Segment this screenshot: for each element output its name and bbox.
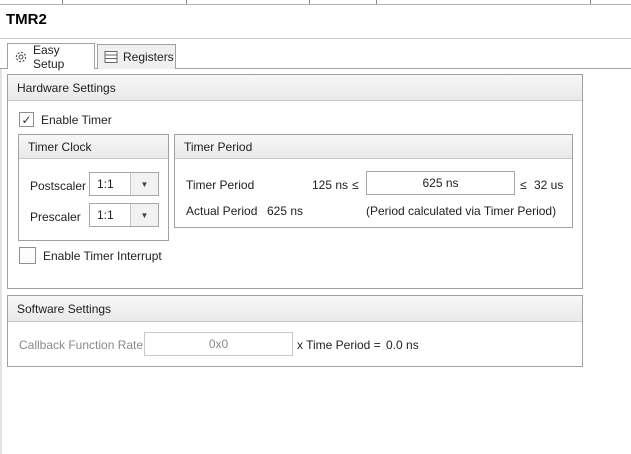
title-divider	[0, 38, 631, 39]
timer-clock-group: Timer Clock Postscaler 1:1 ▼ Prescaler 1…	[18, 134, 169, 241]
timer-period-input[interactable]: 625 ns	[366, 171, 515, 195]
actual-period-value: 625 ns	[267, 204, 304, 218]
group-title: Hardware Settings	[17, 80, 116, 95]
prescaler-select[interactable]: 1:1 ▼	[89, 203, 159, 227]
group-title: Software Settings	[17, 301, 112, 316]
callback-rate-label: Callback Function Rate	[19, 338, 144, 352]
callback-rate-input[interactable]: 0x0	[144, 332, 293, 356]
toolbar-divider	[62, 0, 63, 4]
enable-timer-label: Enable Timer	[41, 112, 112, 127]
toolbar-divider	[186, 0, 187, 4]
postscaler-value: 1:1	[97, 177, 114, 191]
chevron-down-icon[interactable]: ▼	[130, 173, 158, 195]
less-equal-symbol: ≤	[520, 178, 527, 192]
prescaler-value: 1:1	[97, 208, 114, 222]
postscaler-label: Postscaler	[30, 179, 87, 193]
period-max-value: 32 us	[534, 178, 564, 192]
tab-label: Registers	[123, 50, 174, 64]
toolbar-divider	[309, 0, 310, 4]
enable-timer-option[interactable]: ✓ Enable Timer	[19, 112, 112, 127]
timer-period-header: Timer Period	[175, 135, 572, 159]
top-toolbar-strip	[0, 0, 631, 5]
enable-interrupt-option[interactable]: Enable Timer Interrupt	[19, 247, 162, 264]
group-title: Timer Clock	[28, 139, 92, 154]
hardware-settings-header: Hardware Settings	[8, 75, 582, 101]
enable-timer-checkbox[interactable]: ✓	[19, 112, 34, 127]
chevron-down-icon[interactable]: ▼	[130, 204, 158, 226]
tab-label: Easy Setup	[33, 42, 65, 71]
callback-rate-value: 0x0	[208, 337, 229, 351]
enable-interrupt-label: Enable Timer Interrupt	[43, 248, 162, 263]
callback-result-value: 0.0 ns	[386, 338, 419, 352]
hardware-settings-group: Hardware Settings ✓ Enable Timer Timer C…	[7, 74, 583, 289]
period-note: (Period calculated via Timer Period)	[366, 204, 557, 218]
toolbar-divider	[376, 0, 377, 4]
prescaler-label: Prescaler	[30, 210, 81, 224]
group-title: Timer Period	[184, 139, 253, 154]
timer-period-value: 625 ns	[422, 176, 459, 190]
tab-easy-setup[interactable]: Easy Setup	[7, 42, 95, 71]
less-equal-symbol: ≤	[352, 178, 359, 192]
software-settings-header: Software Settings	[8, 296, 582, 322]
postscaler-select[interactable]: 1:1 ▼	[89, 172, 159, 196]
period-min-value: 125 ns	[312, 178, 349, 192]
timer-clock-header: Timer Clock	[19, 135, 168, 159]
checkmark-icon: ✓	[21, 112, 32, 127]
timer-period-label: Timer Period	[186, 178, 255, 192]
time-period-suffix: x Time Period =	[297, 338, 381, 352]
gear-icon	[14, 50, 28, 64]
actual-period-label: Actual Period	[186, 204, 258, 218]
software-settings-group: Software Settings Callback Function Rate…	[7, 295, 583, 367]
tab-registers[interactable]: Registers	[97, 44, 176, 69]
enable-interrupt-checkbox[interactable]	[19, 247, 36, 264]
panel-left-edge	[0, 69, 2, 454]
toolbar-divider	[590, 0, 591, 4]
timer-period-group: Timer Period Timer Period 125 ns ≤ 625 n…	[174, 134, 573, 228]
register-table-icon	[104, 50, 118, 64]
window-title: TMR2	[6, 11, 47, 28]
